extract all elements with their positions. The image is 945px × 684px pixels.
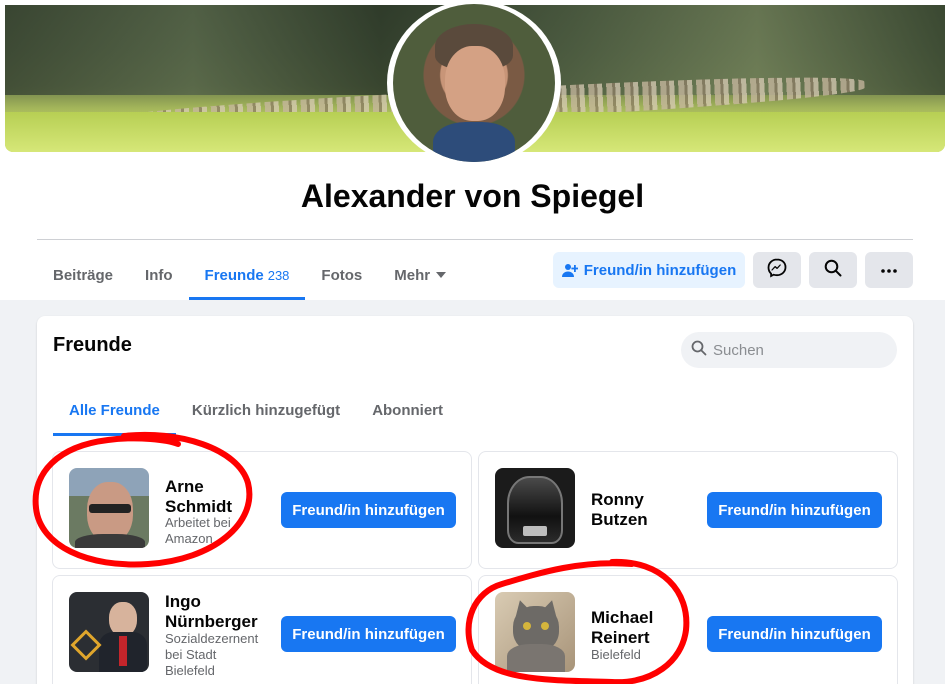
subtab-alle-freunde[interactable]: Alle Freunde	[53, 384, 176, 436]
friends-section-title: Freunde	[53, 334, 132, 356]
photo-head	[109, 602, 137, 636]
add-friend-button[interactable]: Freund/in hinzufügen	[553, 252, 745, 288]
more-icon	[880, 261, 898, 279]
friends-search[interactable]	[681, 332, 897, 368]
profile-name: Alexander von Spiegel	[300, 178, 645, 214]
friend-name[interactable]: Ronny Butzen	[591, 490, 691, 530]
tab-label: Freunde	[204, 266, 264, 284]
subtab-label: Kürzlich hinzugefügt	[191, 401, 341, 419]
search-icon	[824, 259, 842, 282]
photo-cat-eye	[523, 622, 531, 630]
messenger-icon	[767, 258, 787, 283]
caret-down-icon	[436, 272, 447, 278]
friend-name[interactable]: Arne Schmidt	[165, 477, 265, 517]
friend-card: Michael Reinert Bielefeld Freund/in hinz…	[478, 575, 898, 684]
photo-cat-body	[507, 644, 565, 672]
avatar-shirt	[433, 122, 515, 162]
header-divider	[37, 239, 913, 240]
subtab-kuerzlich-hinzugefuegt[interactable]: Kürzlich hinzugefügt	[176, 384, 356, 436]
friend-name[interactable]: Michael Reinert	[591, 608, 691, 648]
search-button[interactable]	[809, 252, 857, 288]
subtab-label: Abonniert	[372, 401, 444, 419]
friends-count: 238	[267, 267, 290, 283]
photo-glasses	[89, 504, 131, 513]
friend-subtitle: Sozialdezernent bei Stadt Bielefeld	[165, 631, 259, 678]
photo-cat-eye	[541, 622, 549, 630]
tab-label: Beiträge	[53, 266, 114, 284]
avatar-face	[445, 46, 505, 121]
photo-logo	[70, 629, 102, 661]
tab-label: Mehr	[394, 266, 431, 284]
friend-photo[interactable]	[69, 468, 149, 548]
tab-beitraege[interactable]: Beiträge	[37, 250, 129, 300]
add-friend-button[interactable]: Freund/in hinzufügen	[281, 616, 456, 652]
friend-card: Arne Schmidt Arbeitet bei Amazon Freund/…	[52, 451, 472, 569]
tab-label: Info	[145, 266, 173, 284]
tab-label: Fotos	[321, 266, 363, 284]
friend-photo[interactable]	[495, 468, 575, 548]
tab-mehr[interactable]: Mehr	[378, 250, 462, 300]
friend-photo[interactable]	[69, 592, 149, 672]
subtab-label: Alle Freunde	[69, 401, 160, 419]
subtab-abonniert[interactable]: Abonniert	[356, 384, 459, 436]
add-friend-button[interactable]: Freund/in hinzufügen	[707, 492, 882, 528]
photo-body	[75, 534, 145, 548]
search-icon	[691, 340, 707, 361]
tab-fotos[interactable]: Fotos	[305, 250, 378, 300]
profile-tabs: Beiträge Info Freunde 238 Fotos Mehr	[37, 250, 462, 300]
add-friend-button[interactable]: Freund/in hinzufügen	[281, 492, 456, 528]
friend-photo[interactable]	[495, 592, 575, 672]
friends-card: Freunde Alle Freunde Kürzlich hinzugefüg…	[37, 316, 913, 684]
tab-info[interactable]: Info	[129, 250, 189, 300]
add-friend-button[interactable]: Freund/in hinzufügen	[707, 616, 882, 652]
friend-card: Ronny Butzen Freund/in hinzufügen	[478, 451, 898, 569]
profile-header: Alexander von Spiegel Beiträge Info Freu…	[0, 0, 945, 300]
friends-search-input[interactable]	[713, 341, 883, 359]
friend-card: Ingo Nürnberger Sozialdezernent bei Stad…	[52, 575, 472, 684]
add-friend-icon	[561, 262, 578, 278]
tab-freunde[interactable]: Freunde 238	[188, 250, 306, 300]
photo-tie	[119, 636, 127, 666]
profile-avatar[interactable]	[393, 4, 555, 162]
photo-car-grill	[523, 526, 547, 536]
messenger-button[interactable]	[753, 252, 801, 288]
more-button[interactable]	[865, 252, 913, 288]
friend-subtitle: Arbeitet bei Amazon	[165, 515, 231, 546]
add-friend-label: Freund/in hinzufügen	[583, 261, 737, 279]
friend-subtitle: Bielefeld	[591, 647, 641, 662]
friends-subtabs: Alle Freunde Kürzlich hinzugefügt Abonni…	[53, 384, 459, 436]
friend-name[interactable]: Ingo Nürnberger	[165, 592, 265, 632]
